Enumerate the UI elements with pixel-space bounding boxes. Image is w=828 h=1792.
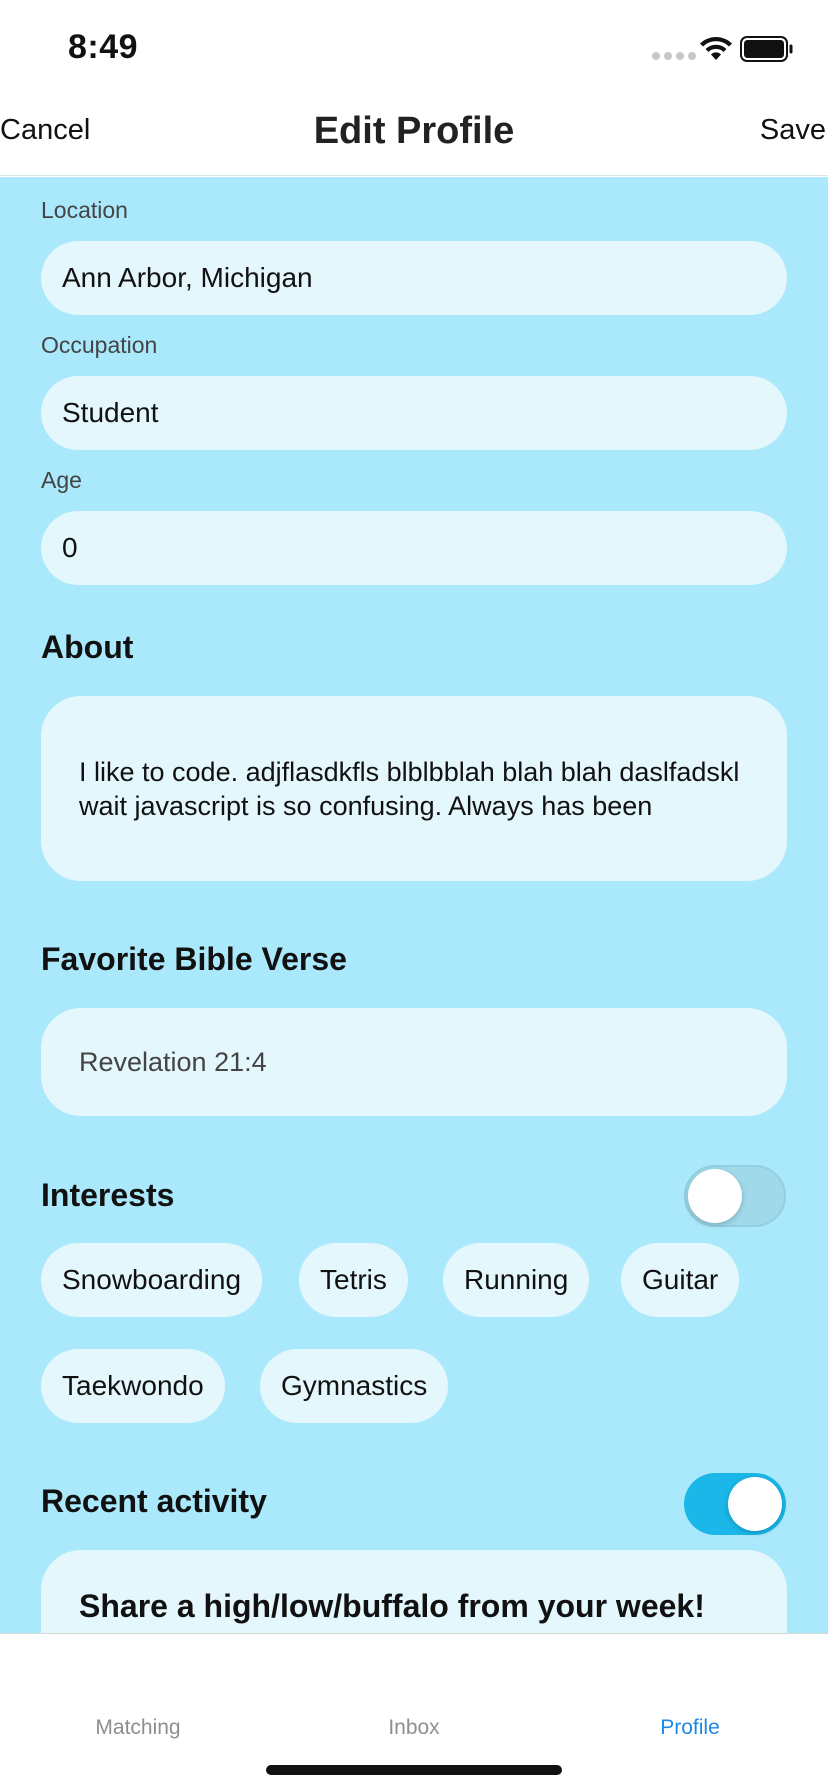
age-input[interactable]: 0 [41,511,787,585]
interest-chip[interactable]: Snowboarding [41,1243,263,1317]
save-button[interactable]: Save [760,114,826,147]
interest-chip[interactable]: Tetris [299,1243,408,1317]
signal-dots-icon [652,52,696,60]
tab-profile[interactable]: Profile [552,1716,828,1740]
activity-prompt-card[interactable]: Share a high/low/buffalo from your week! [41,1550,787,1633]
interest-chip[interactable]: Gymnastics [260,1349,449,1423]
status-time: 8:49 [68,28,139,66]
status-bar: 8:49 [0,0,828,96]
interest-chip[interactable]: Taekwondo [41,1349,225,1423]
home-indicator [266,1765,562,1775]
location-input[interactable]: Ann Arbor, Michigan [41,241,787,315]
bible-verse-title: Favorite Bible Verse [41,941,347,977]
wifi-icon [700,37,732,60]
interests-toggle[interactable] [684,1165,786,1227]
occupation-input[interactable]: Student [41,376,787,450]
interest-chip[interactable]: Guitar [621,1243,740,1317]
activity-prompt-text: Share a high/low/buffalo from your week! [79,1588,705,1624]
tab-matching[interactable]: Matching [0,1716,276,1740]
nav-bar: Cancel Edit Profile Save [0,96,828,176]
occupation-label: Occupation [41,332,158,358]
about-textarea[interactable]: I like to code. adjflasdkfls blblbblah b… [41,696,787,881]
page-title: Edit Profile [313,110,515,152]
battery-icon [740,36,793,62]
recent-activity-toggle[interactable] [684,1473,786,1535]
edit-profile-form[interactable]: Location Ann Arbor, Michigan Occupation … [0,177,828,1633]
recent-activity-title: Recent activity [41,1483,267,1519]
location-label: Location [41,197,128,223]
interest-chip[interactable]: Running [443,1243,590,1317]
toggle-knob [688,1169,742,1223]
about-title: About [41,629,134,665]
age-label: Age [41,467,82,493]
toggle-knob [728,1477,782,1531]
tab-inbox[interactable]: Inbox [276,1716,552,1740]
interests-title: Interests [41,1177,175,1213]
bible-verse-input[interactable]: Revelation 21:4 [41,1008,787,1116]
